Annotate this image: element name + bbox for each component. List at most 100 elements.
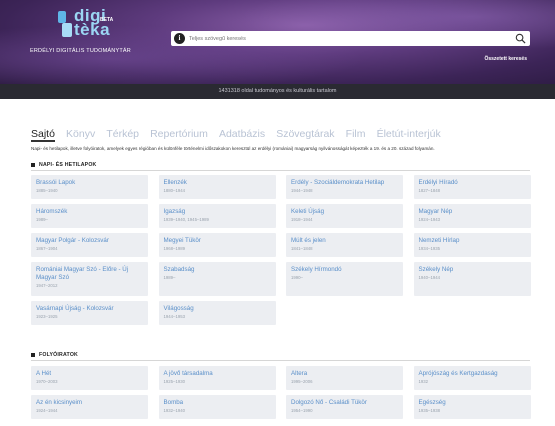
publication-card[interactable]: Megyei Tükör 1968–1989 bbox=[158, 233, 276, 257]
publication-title: Háromszék bbox=[36, 208, 68, 215]
publication-title: Erdélyi Híradó bbox=[418, 179, 458, 186]
publication-card[interactable]: Altera 1995–2006 bbox=[286, 366, 403, 390]
publication-years: 1989– bbox=[36, 217, 48, 222]
publication-card[interactable]: Keleti Újság 1918–1944 bbox=[286, 204, 403, 228]
publication-title: Dolgozó Nő - Családi Tükör bbox=[291, 399, 367, 406]
publication-title: Az én kicsinyeim bbox=[36, 399, 83, 406]
publication-title: Székely Hírmondó bbox=[291, 266, 342, 273]
publication-card[interactable]: Nemzeti Hírlap 1934–1935 bbox=[413, 233, 531, 257]
tab-terkep[interactable]: Térkép bbox=[106, 128, 139, 140]
publication-card[interactable]: Ellenzék 1880–1944 bbox=[158, 175, 276, 199]
publication-card[interactable]: Brassói Lapok 1885–1940 bbox=[31, 175, 148, 199]
section-title-napi: NAPI- ÉS HETILAPOK bbox=[31, 162, 97, 168]
publication-title: Nemzeti Hírlap bbox=[418, 237, 460, 244]
stats-bar: 1431318 oldal tudományos és kulturális t… bbox=[0, 84, 555, 99]
publication-card[interactable]: Székely Hírmondó 1990– bbox=[286, 262, 403, 296]
publication-title: Aprójószág és Kertgazdaság bbox=[418, 370, 498, 377]
publication-years: 1923–1925 bbox=[36, 314, 58, 319]
publication-card[interactable]: Vasárnapi Újság - Kolozsvár 1923–1925 bbox=[31, 301, 148, 325]
publication-card[interactable]: Erdély - Szociáldemokrata Hetilap 1944–19… bbox=[286, 175, 403, 199]
publication-title: A Hét bbox=[36, 370, 52, 377]
publication-years: 1989– bbox=[163, 275, 176, 280]
beta-badge: BETA bbox=[100, 17, 114, 23]
publication-card[interactable]: Igazság 1939–1940, 1945–1989 bbox=[158, 204, 276, 228]
publication-card[interactable]: A Hét 1970–2003 bbox=[31, 366, 148, 390]
category-tabs: Sajtó Könyv Térkép Repertórium Adatbázis… bbox=[31, 122, 447, 142]
tab-konyv[interactable]: Könyv bbox=[66, 128, 95, 140]
publication-card[interactable]: Bomba 1932–1940 bbox=[158, 395, 276, 419]
publication-card[interactable]: Az én kicsinyeim 1924–1944 bbox=[31, 395, 148, 419]
site-tagline: ERDÉLYI DIGITÁLIS TUDOMÁNYTÁR bbox=[30, 48, 131, 54]
tab-repertorium[interactable]: Repertórium bbox=[150, 128, 208, 140]
header-banner: digi tèka BETA ERDÉLYI DIGITÁLIS TUDOMÁNY… bbox=[0, 0, 555, 84]
publication-years: 1867–1904 bbox=[36, 246, 58, 251]
publication-title: Egészség bbox=[418, 399, 446, 406]
publication-years: 1932–1940 bbox=[163, 408, 186, 413]
publication-card[interactable]: Magyar Nép 1924–1943 bbox=[413, 204, 531, 228]
bullet-icon bbox=[31, 162, 35, 167]
tab-film[interactable]: Film bbox=[346, 128, 366, 140]
section-title-folyoiratok: FOLYÓIRATOK bbox=[31, 352, 78, 358]
logo-text: digi tèka bbox=[74, 6, 111, 39]
section-divider bbox=[31, 170, 530, 171]
publication-years: 1970–2003 bbox=[36, 379, 58, 384]
publication-years: 1885–1940 bbox=[36, 188, 58, 193]
info-icon[interactable]: i bbox=[174, 33, 185, 44]
publication-years: 1968–1989 bbox=[163, 246, 186, 251]
publication-years: 1934–1935 bbox=[418, 246, 441, 251]
publication-years: 1827–1848 bbox=[418, 188, 441, 193]
section-title-text: FOLYÓIRATOK bbox=[39, 352, 78, 358]
tab-adatbazis[interactable]: Adatbázis bbox=[219, 128, 265, 140]
publication-card[interactable]: Múlt és jelen 1841–1848 bbox=[286, 233, 403, 257]
publication-title: Keleti Újság bbox=[291, 208, 325, 215]
publication-title: Múlt és jelen bbox=[291, 237, 326, 244]
publication-title: Ellenzék bbox=[163, 179, 187, 186]
publication-years: 1935–1938 bbox=[418, 408, 441, 413]
publication-years: 1995–2006 bbox=[291, 379, 313, 384]
publication-title: Erdély - Szociáldemokrata Hetilap bbox=[291, 179, 385, 186]
publication-card[interactable]: Világosság 1944–1953 bbox=[158, 301, 276, 325]
publication-title: Székely Nép bbox=[418, 266, 454, 273]
publication-title: A jövő társadalma bbox=[163, 370, 213, 377]
publication-card[interactable]: Dolgozó Nő - Családi Tükör 1954–1990 bbox=[286, 395, 403, 419]
publication-title: Vasárnapi Újság - Kolozsvár bbox=[36, 305, 114, 312]
publication-years: 1932 bbox=[418, 379, 429, 384]
publication-years: 1841–1848 bbox=[291, 246, 313, 251]
search-icon[interactable] bbox=[515, 33, 526, 44]
publication-title: Magyar Polgár - Kolozsvár bbox=[36, 237, 109, 244]
publication-years: 1947–2012 bbox=[36, 283, 58, 288]
publication-card[interactable]: A jövő társadalma 1925–1930 bbox=[158, 366, 276, 390]
publication-title: Igazság bbox=[163, 208, 186, 215]
publication-title: Brassói Lapok bbox=[36, 179, 76, 186]
publication-card[interactable]: Egészség 1935–1938 bbox=[413, 395, 531, 419]
tab-sajto[interactable]: Sajtó bbox=[31, 128, 55, 142]
tab-szovegtarak[interactable]: Szövegtárak bbox=[276, 128, 334, 140]
search-input[interactable] bbox=[189, 32, 509, 45]
publication-years: 1990– bbox=[291, 275, 303, 280]
advanced-search-link[interactable]: Összetett keresés bbox=[484, 56, 527, 62]
publication-card[interactable]: Magyar Polgár - Kolozsvár 1867–1904 bbox=[31, 233, 148, 257]
publication-years: 1940–1944 bbox=[418, 275, 441, 280]
search-bar: i bbox=[171, 31, 530, 46]
publication-years: 1924–1944 bbox=[36, 408, 58, 413]
publication-title: Világosság bbox=[163, 305, 194, 312]
publication-years: 1918–1944 bbox=[291, 217, 313, 222]
publication-years: 1925–1930 bbox=[163, 379, 186, 384]
publication-years: 1944–1953 bbox=[163, 314, 186, 319]
publication-title: Szabadság bbox=[163, 266, 195, 273]
publication-title: Bomba bbox=[163, 399, 184, 406]
publication-years: 1954–1990 bbox=[291, 408, 313, 413]
publication-title: Altera bbox=[291, 370, 308, 377]
section-divider bbox=[31, 360, 530, 361]
tab-eletut-interjuk[interactable]: Életút-interjúk bbox=[377, 128, 441, 140]
intro-text: Napi- és hetilapok, illetve folyóiratok,… bbox=[31, 146, 435, 151]
publication-card[interactable]: Szabadság 1989– bbox=[158, 262, 276, 296]
publication-card[interactable]: Aprójószág és Kertgazdaság 1932 bbox=[413, 366, 531, 390]
publication-years: 1944–1948 bbox=[291, 188, 313, 193]
publication-card[interactable]: Háromszék 1989– bbox=[31, 204, 148, 228]
publication-title: Megyei Tükör bbox=[163, 237, 201, 244]
publication-card[interactable]: Székely Nép 1940–1944 bbox=[413, 262, 531, 296]
publication-card[interactable]: Romániai Magyar Szó - Előre - Új Magyar … bbox=[31, 262, 148, 296]
section-title-text: NAPI- ÉS HETILAPOK bbox=[39, 162, 97, 168]
publication-card[interactable]: Erdélyi Híradó 1827–1848 bbox=[413, 175, 531, 199]
